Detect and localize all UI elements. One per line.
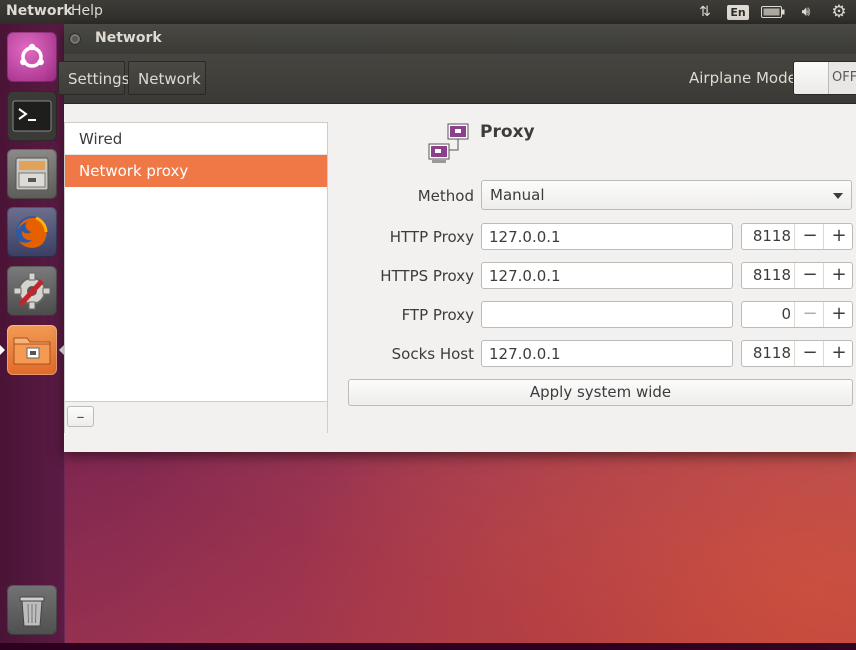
method-dropdown[interactable]: Manual (481, 180, 852, 210)
https-port-decrement-button[interactable]: − (794, 263, 825, 288)
proxy-icon (428, 122, 470, 166)
ftp-proxy-host-input[interactable] (481, 301, 733, 328)
launcher-running-indicator (0, 345, 5, 355)
https-proxy-label: HTTPS Proxy (380, 267, 474, 285)
https-proxy-host-input[interactable] (481, 262, 733, 289)
header-toolbar: Settings Network Airplane Mode OFF (58, 54, 856, 104)
toggle-state-label: OFF (832, 70, 856, 85)
battery-icon[interactable] (760, 2, 786, 22)
http-port-decrement-button[interactable]: − (794, 224, 825, 249)
terminal-launcher-icon[interactable] (7, 91, 57, 141)
toggle-knob (794, 62, 829, 94)
method-label: Method (417, 187, 474, 205)
breadcrumb-settings-button[interactable]: Settings (58, 61, 130, 95)
http-port-increment-button[interactable]: + (823, 224, 852, 249)
window-title: Network (95, 30, 162, 46)
volume-icon[interactable]: 🔊︎ (795, 2, 817, 22)
http-proxy-port-spinner[interactable]: 8118 − + (741, 223, 853, 250)
method-value: Manual (490, 186, 545, 204)
device-list: Wired Network proxy (65, 123, 327, 401)
ftp-port-value[interactable]: 0 (742, 302, 791, 327)
airplane-mode-toggle[interactable]: OFF (793, 61, 856, 95)
network-settings-launcher-icon[interactable] (7, 325, 57, 375)
network-settings-window: Network Settings Network Airplane Mode O… (58, 24, 856, 452)
socks-port-decrement-button[interactable]: − (794, 341, 825, 366)
close-icon[interactable] (69, 33, 81, 45)
system-settings-launcher-icon[interactable] (7, 266, 57, 316)
system-gear-icon[interactable]: ⚙ (828, 2, 850, 22)
language-indicator: En (727, 4, 749, 20)
socks-port-spinner[interactable]: 8118 − + (741, 340, 853, 367)
top-panel: Network Help ⇅ En 🔊︎ ⚙ (0, 0, 856, 24)
proxy-section-title: Proxy (480, 122, 535, 142)
ftp-port-decrement-button: − (794, 302, 825, 327)
socks-port-increment-button[interactable]: + (823, 341, 852, 366)
http-proxy-label: HTTP Proxy (389, 228, 474, 246)
breadcrumb-network-button[interactable]: Network (128, 61, 206, 95)
files-launcher-icon[interactable] (7, 149, 57, 199)
ftp-port-increment-button[interactable]: + (823, 302, 852, 327)
network-transfer-icon[interactable]: ⇅ (694, 2, 716, 22)
device-item-wired[interactable]: Wired (65, 123, 327, 155)
keyboard-language-icon[interactable]: En (727, 2, 749, 22)
ftp-proxy-label: FTP Proxy (401, 306, 474, 324)
http-proxy-host-input[interactable] (481, 223, 733, 250)
https-port-increment-button[interactable]: + (823, 263, 852, 288)
socks-host-label: Socks Host (391, 345, 474, 363)
menu-help[interactable]: Help (71, 3, 103, 19)
http-port-value[interactable]: 8118 (742, 224, 791, 249)
app-menu-network[interactable]: Network (6, 3, 73, 19)
socks-port-value[interactable]: 8118 (742, 341, 791, 366)
ubuntu-dash-launcher-icon[interactable] (7, 32, 57, 82)
ftp-proxy-port-spinner[interactable]: 0 − + (741, 301, 853, 328)
device-list-toolbar: – (65, 401, 327, 433)
device-item-network-proxy[interactable]: Network proxy (65, 155, 327, 187)
firefox-launcher-icon[interactable] (7, 207, 57, 257)
airplane-mode-label: Airplane Mode (689, 69, 797, 87)
chevron-down-icon (833, 193, 843, 199)
device-list-panel: Wired Network proxy – (64, 122, 328, 433)
https-port-value[interactable]: 8118 (742, 263, 791, 288)
socks-host-input[interactable] (481, 340, 733, 367)
remove-device-button[interactable]: – (67, 406, 94, 427)
trash-launcher-icon[interactable] (7, 585, 57, 635)
https-proxy-port-spinner[interactable]: 8118 − + (741, 262, 853, 289)
apply-system-wide-button[interactable]: Apply system wide (348, 379, 853, 406)
window-titlebar[interactable]: Network (64, 24, 856, 54)
